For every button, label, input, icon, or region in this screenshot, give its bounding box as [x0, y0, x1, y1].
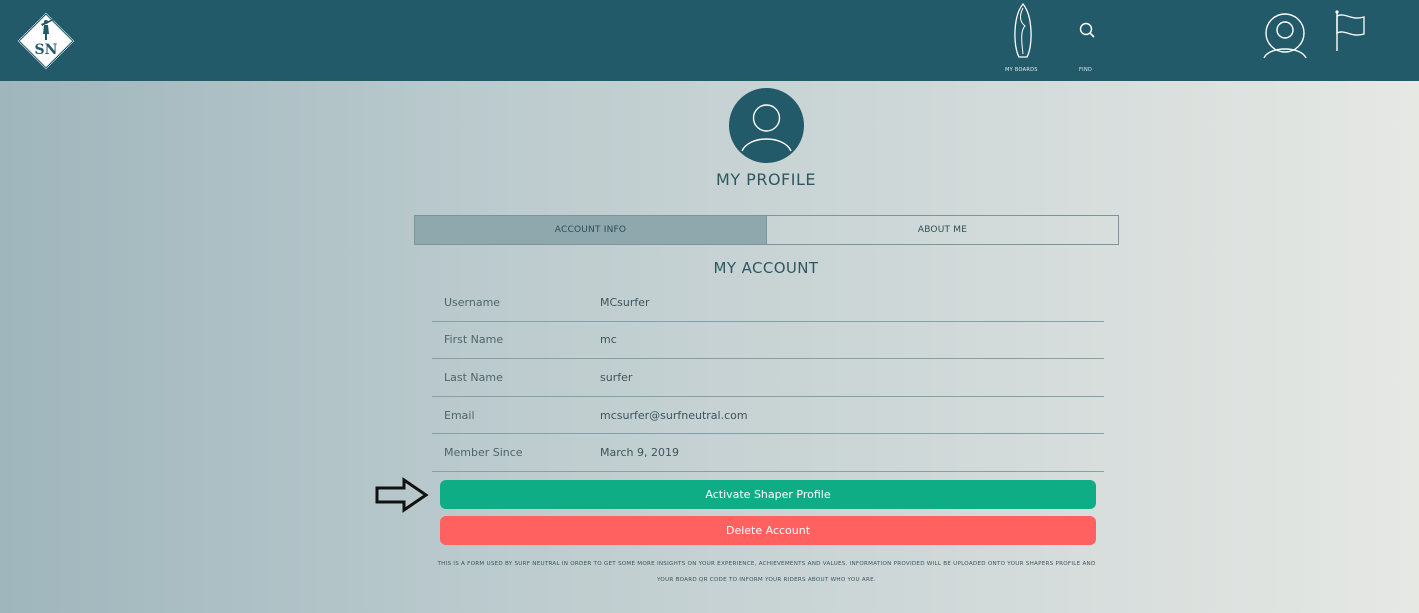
logo-text: SN	[35, 42, 58, 58]
profile-avatar[interactable]	[729, 88, 804, 163]
field-label: Username	[444, 295, 501, 309]
account-info-list: Username MCsurfer First Name mc Last Nam…	[432, 284, 1104, 472]
nav-find-label: FIND	[1079, 67, 1093, 73]
field-label: Last Name	[444, 370, 503, 384]
account-row-last-name: Last Name surfer	[432, 359, 1104, 397]
profile-tabs: ACCOUNT INFO ABOUT ME	[414, 215, 1119, 245]
page-title: MY PROFILE	[716, 170, 816, 189]
field-label: First Name	[444, 333, 504, 347]
nav-my-boards[interactable]: MY BOARDS	[1003, 2, 1043, 77]
nav-my-boards-label: MY BOARDS	[1005, 67, 1038, 73]
pointer-arrow-icon	[375, 477, 429, 513]
account-row-first-name: First Name mc	[432, 322, 1104, 360]
form-info-note: THIS IS A FORM USED BY SURF NEUTRAL IN O…	[414, 556, 1119, 588]
form-info-note-line1: THIS IS A FORM USED BY SURF NEUTRAL IN O…	[437, 561, 1096, 567]
account-row-member-since: Member Since March 9, 2019	[432, 434, 1104, 472]
field-value: MCsurfer	[600, 295, 650, 309]
delete-account-button[interactable]: Delete Account	[440, 516, 1096, 545]
form-info-note-line2: YOUR BOARD QR CODE TO INFORM YOUR RIDERS…	[657, 577, 876, 583]
field-value: surfer	[600, 370, 633, 384]
flag-icon[interactable]	[1333, 9, 1369, 53]
nav-find[interactable]: FIND	[1070, 2, 1104, 77]
field-value: mc	[600, 333, 617, 347]
activate-shaper-profile-button[interactable]: Activate Shaper Profile	[440, 480, 1096, 509]
field-label: Email	[444, 408, 475, 422]
section-title: MY ACCOUNT	[713, 259, 819, 277]
account-row-username: Username MCsurfer	[432, 284, 1104, 322]
tab-account-info[interactable]: ACCOUNT INFO	[415, 216, 766, 244]
surfboard-icon	[1014, 2, 1032, 58]
field-value: March 9, 2019	[600, 446, 680, 460]
tab-about-me[interactable]: ABOUT ME	[766, 216, 1118, 244]
account-row-email: Email mcsurfer@surfneutral.com	[432, 397, 1104, 435]
field-value: mcsurfer@surfneutral.com	[600, 408, 748, 422]
field-label: Member Since	[444, 446, 523, 460]
search-icon	[1079, 22, 1095, 38]
user-account-icon[interactable]	[1261, 13, 1309, 59]
top-navbar: SN MY BOARDS FIND	[0, 0, 1419, 81]
surf-neutral-logo[interactable]: SN	[11, 6, 81, 76]
